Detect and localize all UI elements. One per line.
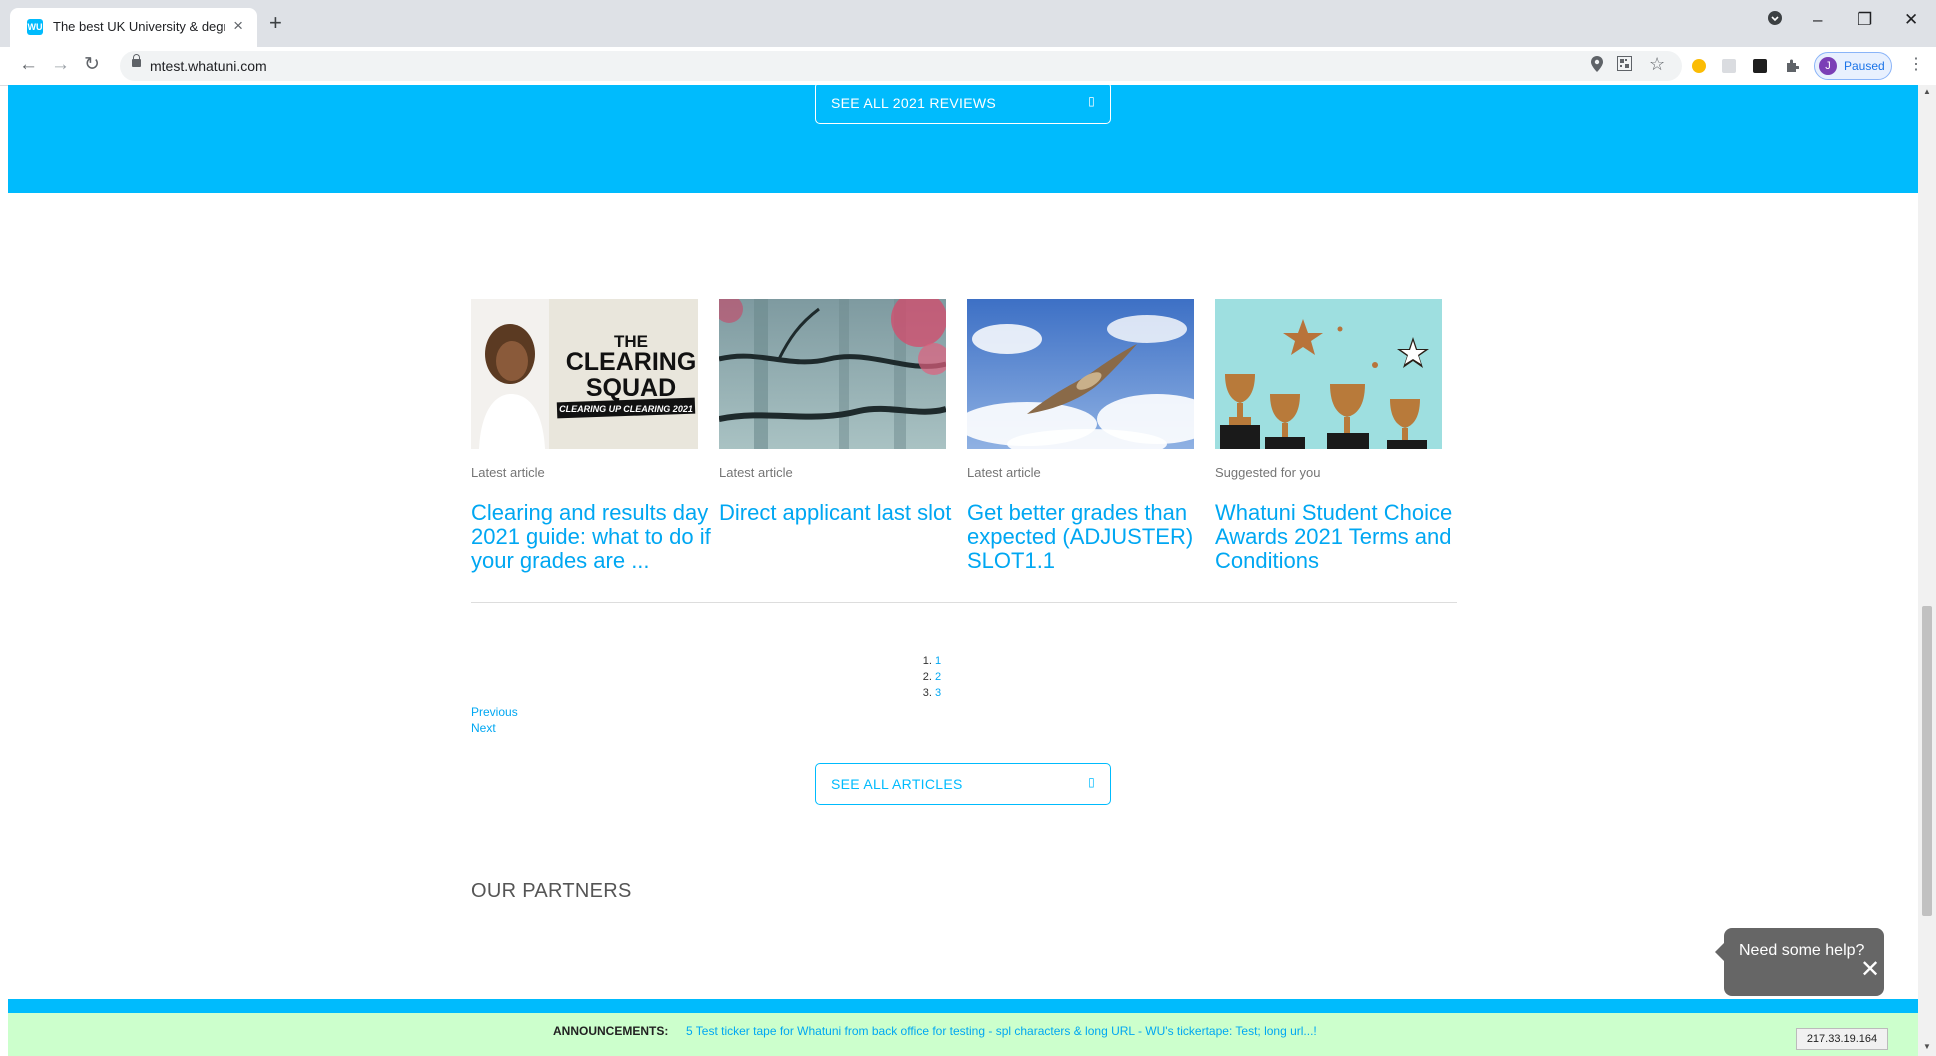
article-category: Latest article [471,465,545,480]
clearing-image-text: CLEARING UP CLEARING 2021 [559,404,693,414]
profile-button[interactable]: J Paused [1814,52,1892,80]
arrow-box-icon: ▯ [1088,94,1095,108]
see-all-articles-button[interactable]: SEE ALL ARTICLES ▯ [815,763,1111,805]
arrow-box-icon: ▯ [1088,775,1095,789]
forward-button[interactable]: → [51,55,70,75]
profile-status: Paused [1844,59,1885,73]
extension-chrome-icon[interactable] [1692,59,1706,73]
pagination-item: 1 [935,653,941,669]
scroll-down-arrow-icon[interactable]: ▼ [1923,1042,1931,1051]
extensions-puzzle-icon[interactable] [1785,59,1800,73]
browser-tab[interactable]: WU The best UK University & degree × [10,8,257,47]
close-icon[interactable]: ✕ [1860,958,1880,982]
article-category: Suggested for you [1215,465,1321,480]
whatuni-favicon-icon: WU [27,19,43,35]
restore-button[interactable]: ❐ [1857,10,1872,30]
announcements-ticker: ANNOUNCEMENTS: 5 Test ticker tape for Wh… [8,1013,1918,1056]
footer-strip [8,999,1918,1013]
new-tab-button[interactable]: + [269,12,282,34]
see-all-reviews-button[interactable]: SEE ALL 2021 REVIEWS ▯ [815,85,1111,124]
see-all-reviews-label: SEE ALL 2021 REVIEWS [831,95,997,111]
browser-menu-icon[interactable]: ⋮ [1908,56,1924,74]
article-category: Latest article [719,465,793,480]
address-bar[interactable]: mtest.whatuni.com ☆ [120,51,1682,81]
location-pin-icon[interactable] [1591,56,1603,78]
partners-heading: OUR PARTNERS [471,880,632,902]
tab-close-icon[interactable]: × [233,16,243,36]
clearing-image-text: SQUAD [586,374,676,402]
previous-link[interactable]: Previous [471,705,518,719]
article-thumbnail[interactable] [967,299,1194,449]
scroll-up-arrow-icon[interactable]: ▲ [1923,87,1931,96]
bookmark-star-icon[interactable]: ☆ [1649,54,1665,74]
article-title-link[interactable]: Direct applicant last slot [719,501,964,525]
pagination-item: 2 [935,669,941,685]
ticker-label: ANNOUNCEMENTS: [553,1024,669,1038]
article-title-link[interactable]: Clearing and results day 2021 guide: wha… [471,501,716,573]
browser-toolbar: ← → ↻ mtest.whatuni.com ☆ J Paused ⋮ [0,47,1936,86]
minimize-button[interactable]: – [1813,10,1822,30]
reload-button[interactable]: ↻ [84,55,100,75]
scrollbar-thumb[interactable] [1922,606,1932,916]
divider [471,602,1457,603]
tab-title: The best UK University & degree [53,19,225,34]
article-thumbnail[interactable] [1215,299,1442,449]
close-window-button[interactable]: ✕ [1904,10,1918,30]
reviews-band: SEE ALL 2021 REVIEWS ▯ [8,85,1918,193]
page-scrollbar[interactable]: ▲ ▼ [1918,85,1936,1056]
ticker-link[interactable]: 5 Test ticker tape for Whatuni from back… [686,1024,1317,1038]
article-title-link[interactable]: Get better grades than expected (ADJUSTE… [967,501,1212,573]
article-category: Latest article [967,465,1041,480]
ip-badge: 217.33.19.164 [1796,1028,1888,1050]
avatar: J [1819,57,1837,75]
lock-icon[interactable] [132,54,141,67]
back-button[interactable]: ← [19,55,38,75]
page-link[interactable]: 1 [935,655,941,667]
next-link[interactable]: Next [471,721,496,735]
browser-tab-bar: WU The best UK University & degree × + –… [0,0,1936,47]
extension-card-icon[interactable] [1722,59,1736,73]
article-title-link[interactable]: Whatuni Student Choice Awards 2021 Terms… [1215,501,1460,573]
pagination-list: 1 2 3 [915,653,941,701]
article-thumbnail[interactable] [719,299,946,449]
clearing-image-text: CLEARING [566,348,697,376]
page-content: SEE ALL 2021 REVIEWS ▯ THE CLEARING SQUA… [8,85,1918,1056]
help-label[interactable]: Need some help? [1739,942,1864,960]
qr-code-icon[interactable] [1617,56,1632,77]
page-link[interactable]: 3 [935,687,941,699]
url-text[interactable]: mtest.whatuni.com [150,58,267,74]
extension-check-icon[interactable] [1753,59,1767,73]
see-all-articles-label: SEE ALL ARTICLES [831,776,963,792]
pagination-item: 3 [935,685,941,701]
tab-search-icon[interactable] [1768,10,1782,30]
help-widget[interactable]: Need some help? ✕ [1715,928,1884,996]
page-link[interactable]: 2 [935,671,941,683]
article-thumbnail[interactable]: THE CLEARING SQUAD CLEARING UP CLEARING … [471,299,698,449]
